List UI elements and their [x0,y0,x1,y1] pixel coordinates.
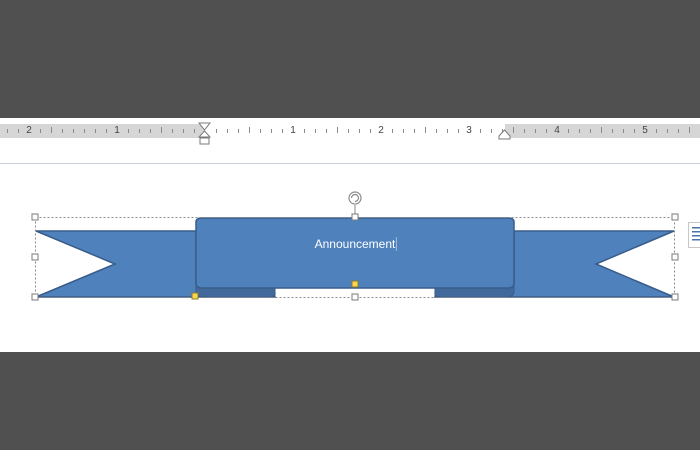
resize-handle-bottom-right[interactable] [671,293,679,301]
adjust-handle-tail[interactable] [191,292,199,300]
layout-options-icon [692,227,700,241]
ribbon-banner-shape[interactable] [0,0,700,450]
resize-handle-bottom-left[interactable] [31,293,39,301]
resize-handle-top-right[interactable] [671,213,679,221]
resize-handle-right[interactable] [671,253,679,261]
adjust-handle-panel[interactable] [351,280,359,288]
resize-handle-top-left[interactable] [31,213,39,221]
layout-options-button[interactable] [688,222,700,248]
resize-handle-left[interactable] [31,253,39,261]
ribbon-center-panel [195,217,515,289]
resize-handle-top[interactable] [351,213,359,221]
rotate-handle-icon[interactable] [348,191,362,205]
resize-handle-bottom[interactable] [351,293,359,301]
ribbon-text[interactable]: Announcement [300,236,410,252]
text-cursor [396,237,397,251]
